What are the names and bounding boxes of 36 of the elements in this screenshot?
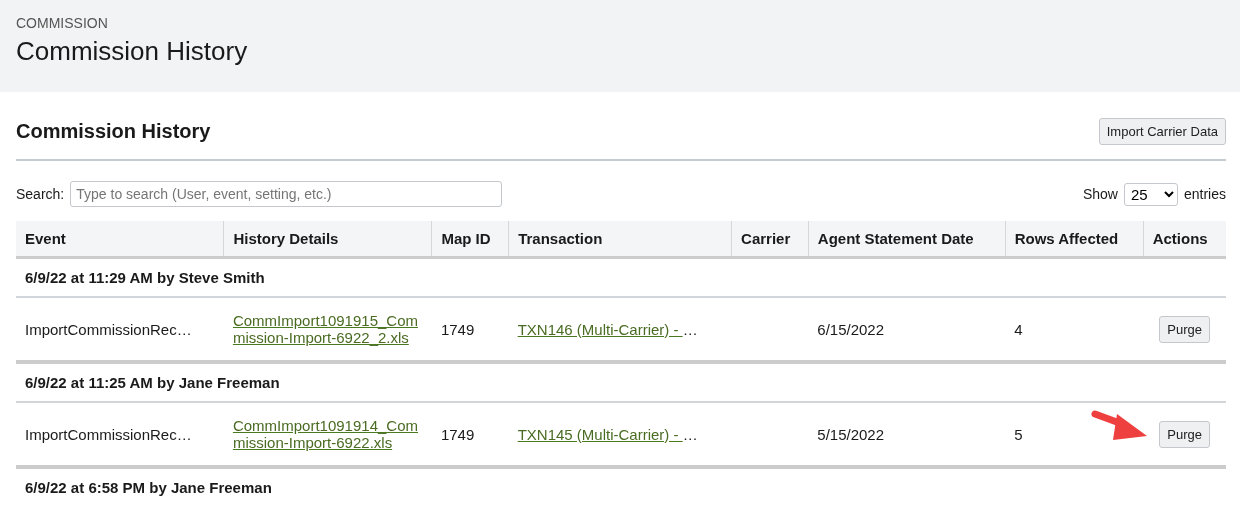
ellipsis: … (682, 320, 698, 338)
group-heading: 6/9/22 at 6:58 PM by Jane Freeman (25, 479, 272, 496)
group-heading: 6/9/22 at 11:29 AM by Steve Smith (25, 269, 265, 286)
transaction-link[interactable]: TXN145 (Multi-Carrier) - (517, 425, 683, 443)
file-link[interactable]: CommImport1091914_Commission-Import-6922.xls (232, 417, 423, 451)
column-header[interactable]: Event (16, 221, 224, 258)
entries-label: entries (1183, 186, 1226, 202)
transaction-link[interactable]: TXN146 (Multi-Carrier) - (517, 320, 683, 338)
event-cell: ImportCommissionRec… (25, 320, 192, 338)
date-cell: 6/15/2022 (817, 320, 885, 338)
show-label: Show (1082, 186, 1118, 202)
search-field[interactable]: Type to search (User, event, setting, etc.) (70, 181, 503, 207)
column-header[interactable]: Agent Statement Date (808, 221, 1006, 258)
panel-title: Commission History (16, 120, 211, 142)
rows-affected-cell: 5 (1014, 425, 1023, 443)
group-heading: 6/9/22 at 11:25 AM by Jane Freeman (25, 374, 280, 391)
page-title: Commission History (16, 36, 248, 66)
column-header[interactable]: Carrier (731, 221, 809, 258)
column-header[interactable]: History Details (223, 221, 432, 258)
event-cell: ImportCommissionRec… (25, 425, 192, 443)
map-id-cell: 1749 (440, 425, 475, 443)
column-header[interactable]: Actions (1143, 221, 1226, 258)
column-header[interactable]: Transaction (508, 221, 732, 258)
date-cell: 5/15/2022 (817, 425, 885, 443)
column-header[interactable]: Rows Affected (1005, 221, 1144, 258)
ellipsis: … (682, 425, 698, 443)
entries-select[interactable]: 25 (1123, 182, 1178, 206)
column-header[interactable]: Map ID (431, 221, 509, 258)
search-label: Search: (16, 186, 65, 202)
import-carrier-data-button[interactable]: Import Carrier Data (1098, 118, 1226, 145)
file-link[interactable]: CommImport1091915_Commission-Import-6922_2.xls (232, 312, 423, 346)
rows-affected-cell: 4 (1014, 320, 1023, 338)
purge-button[interactable]: Purge (1159, 420, 1210, 448)
breadcrumb: COMMISSION (16, 15, 108, 31)
map-id-cell: 1749 (440, 320, 475, 338)
purge-button[interactable]: Purge (1159, 315, 1210, 343)
